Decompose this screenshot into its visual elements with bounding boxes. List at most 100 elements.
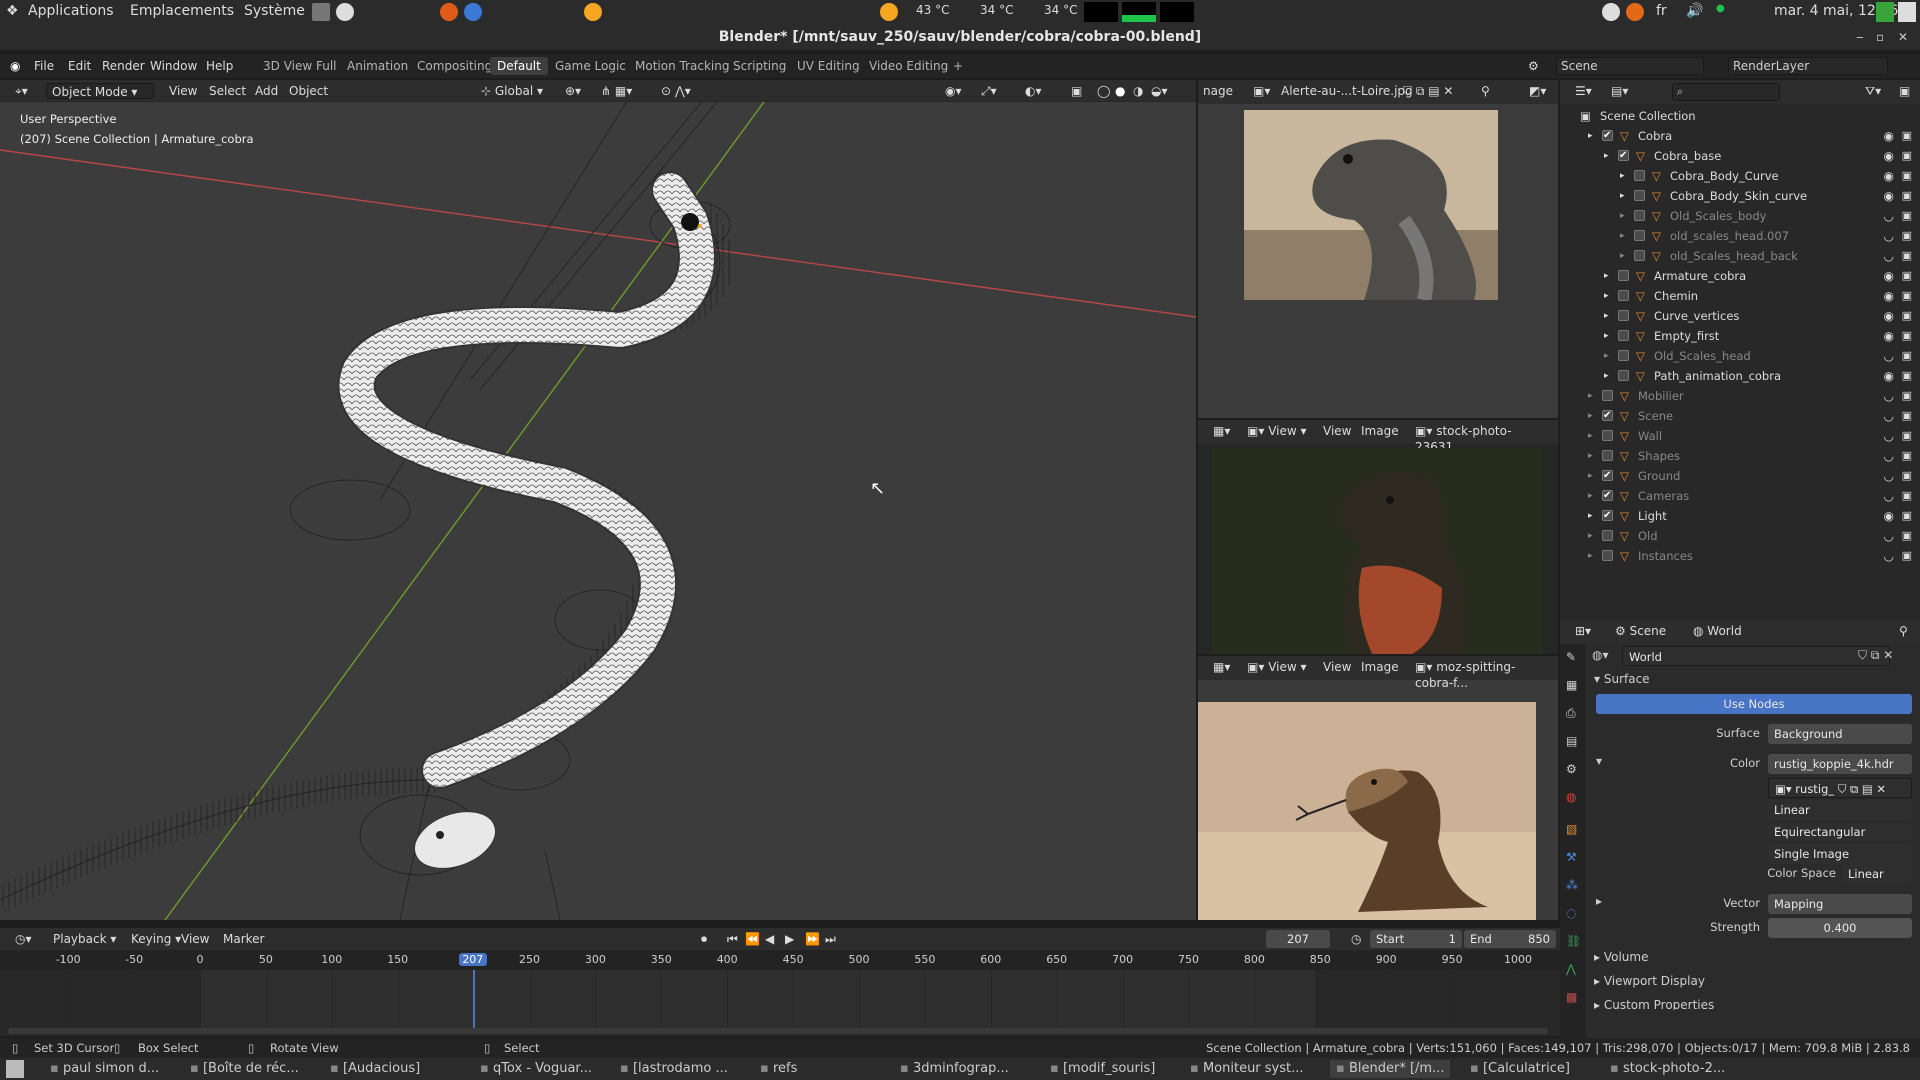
timeline-scrollbar[interactable] — [8, 1028, 1548, 1034]
image-browse-icon[interactable]: ▣▾ — [1248, 83, 1275, 99]
exclude-checkbox[interactable] — [1634, 170, 1645, 181]
timeline-type-icon[interactable]: ◷▾ — [10, 931, 37, 947]
use-nodes-button[interactable]: Use Nodes — [1596, 694, 1912, 714]
outliner-row[interactable]: ▸ ▽ Chemin ◉ ▣ — [1560, 286, 1920, 306]
tool-tab-icon[interactable]: ✎ — [1566, 650, 1576, 664]
outliner-row[interactable]: ▸ ▽ Cobra ◉ ▣ — [1560, 126, 1920, 146]
outliner-row[interactable]: ▸ ▽ old_scales_head.007 ◡ ▣ — [1560, 226, 1920, 246]
viewport-menu-select[interactable]: Select — [204, 83, 251, 99]
disclosure-triangle-icon[interactable]: ▸ — [1588, 486, 1593, 506]
output-tab-icon[interactable]: ⎙ — [1566, 706, 1576, 721]
end-frame-field[interactable]: End 850 — [1464, 930, 1556, 948]
transform-orientation-dropdown[interactable]: ⊹ Global ▾ — [476, 83, 548, 99]
menu-emplacements[interactable]: Emplacements — [130, 3, 234, 19]
camera-icon[interactable]: ▣ — [1902, 386, 1912, 406]
menu-edit[interactable]: Edit — [68, 59, 91, 73]
start-frame-field[interactable]: Start 1 — [1370, 930, 1462, 948]
image-editor-2-mode[interactable]: ▣▾ View ▾ — [1242, 423, 1312, 439]
image-actions-icon[interactable]: ⛉ ⧉ ▤ ✕ — [1398, 83, 1458, 99]
renderlayer-field[interactable]: RenderLayer — [1728, 57, 1888, 75]
volume-icon[interactable]: 🔊 — [1686, 3, 1703, 19]
camera-icon[interactable]: ▣ — [1902, 286, 1912, 306]
scene-tab-icon[interactable]: ⚙ — [1566, 762, 1577, 776]
exclude-checkbox[interactable] — [1634, 210, 1645, 221]
eye-icon[interactable]: ◉ — [1884, 326, 1894, 346]
tab-default[interactable]: Default — [490, 57, 548, 75]
disclosure-triangle-icon[interactable]: ▸ — [1620, 226, 1625, 246]
outliner-search-input[interactable]: ⌕ — [1672, 83, 1780, 101]
camera-icon[interactable]: ▣ — [1902, 486, 1912, 506]
world-browse-icon[interactable]: ◍▾ — [1592, 648, 1609, 662]
camera-icon[interactable]: ▣ — [1902, 326, 1912, 346]
disclosure-triangle-icon[interactable]: ▸ — [1604, 366, 1609, 386]
taskbar-item[interactable]: ▪ Blender* [/m... — [1330, 1060, 1451, 1078]
pin-properties-icon[interactable]: ⚲ — [1894, 623, 1913, 639]
exclude-checkbox[interactable] — [1602, 450, 1613, 461]
taskbar-item[interactable]: ▪ paul simon d... — [50, 1060, 159, 1078]
eye-closed-icon[interactable]: ◡ — [1884, 346, 1894, 366]
image-editor-3-menu-view[interactable]: View — [1318, 659, 1356, 675]
texture-tab-icon[interactable]: ▩ — [1566, 990, 1577, 1004]
eye-closed-icon[interactable]: ◡ — [1884, 246, 1894, 266]
image-editor-1[interactable]: nage ▣▾ Alerte-au-...t-Loire.jpg ⛉ ⧉ ▤ ✕… — [1198, 80, 1558, 418]
render-tab-icon[interactable]: ▦ — [1566, 678, 1577, 692]
exclude-checkbox[interactable] — [1634, 250, 1645, 261]
viewport-menu-add[interactable]: Add — [250, 83, 283, 99]
eye-closed-icon[interactable]: ◡ — [1884, 466, 1894, 486]
eye-closed-icon[interactable]: ◡ — [1884, 546, 1894, 566]
disclosure-triangle-icon[interactable]: ▸ — [1620, 246, 1625, 266]
maximize-icon[interactable]: ▫ — [1876, 30, 1884, 44]
disclosure-triangle-icon[interactable]: ▸ — [1588, 126, 1593, 146]
playback-menu[interactable]: Playback ▾ — [48, 931, 121, 947]
minimize-icon[interactable]: ‒ — [1856, 30, 1864, 44]
taskbar-item[interactable]: ▪ [Calculatrice] — [1470, 1060, 1570, 1078]
view-layer-tab-icon[interactable]: ▤ — [1566, 734, 1577, 748]
eye-closed-icon[interactable]: ◡ — [1884, 486, 1894, 506]
firefox-icon[interactable] — [440, 3, 458, 21]
image-editor-2-menu-view[interactable]: View — [1318, 423, 1356, 439]
outliner-row[interactable]: ▸ ▽ Mobilier ◡ ▣ — [1560, 386, 1920, 406]
exclude-checkbox[interactable] — [1602, 126, 1613, 146]
outliner-row[interactable]: ▸ ▽ Armature_cobra ◉ ▣ — [1560, 266, 1920, 286]
menu-help[interactable]: Help — [206, 59, 233, 73]
outliner-type-icon[interactable]: ☰▾ — [1570, 83, 1597, 99]
camera-icon[interactable]: ▣ — [1902, 506, 1912, 526]
viewport-menu-object[interactable]: Object — [284, 83, 333, 99]
outliner-row[interactable]: ▸ ▽ Old ◡ ▣ — [1560, 526, 1920, 546]
eye-closed-icon[interactable]: ◡ — [1884, 406, 1894, 426]
network-icon[interactable]: ● — [1716, 3, 1725, 14]
distro-icon[interactable]: ❖ — [6, 3, 19, 19]
breadcrumb-world[interactable]: ◍ World — [1688, 623, 1747, 639]
chromium-icon[interactable] — [464, 3, 482, 21]
outliner-row[interactable]: ▸ ▽ Cobra_Body_Skin_curve ◉ ▣ — [1560, 186, 1920, 206]
camera-icon[interactable]: ▣ — [1902, 266, 1912, 286]
camera-icon[interactable]: ▣ — [1902, 346, 1912, 366]
scene-collection-row[interactable]: ▣ Scene Collection — [1560, 106, 1920, 126]
image-editor-2-filename[interactable]: ▣▾ stock-photo-23631... — [1410, 423, 1558, 454]
camera-icon[interactable]: ▣ — [1902, 526, 1912, 546]
color-expand-icon[interactable]: ▾ — [1596, 754, 1602, 768]
outliner-row[interactable]: ▸ ▽ Old_Scales_body ◡ ▣ — [1560, 206, 1920, 226]
exclude-checkbox[interactable] — [1618, 350, 1629, 361]
world-name-field[interactable]: World — [1622, 646, 1890, 666]
eye-icon[interactable]: ◉ — [1884, 146, 1894, 166]
blender-logo-icon[interactable]: ◉ — [10, 59, 20, 73]
disclosure-triangle-icon[interactable]: ▸ — [1620, 206, 1625, 226]
disclosure-triangle-icon[interactable]: ▸ — [1604, 346, 1609, 366]
taskbar-item[interactable]: ▪ refs — [760, 1060, 797, 1078]
image-editor-3-mode[interactable]: ▣▾ View ▾ — [1242, 659, 1312, 675]
disclosure-triangle-icon[interactable]: ▸ — [1620, 186, 1625, 206]
menu-file[interactable]: File — [34, 59, 54, 73]
viewport-menu-view[interactable]: View — [164, 83, 202, 99]
world-tab-icon[interactable]: ◍ — [1566, 790, 1576, 804]
taskbar-item[interactable]: ▪ stock-photo-2... — [1610, 1060, 1725, 1078]
proportional-edit-icon[interactable]: ⊙ ⋀▾ — [656, 83, 696, 99]
xray-icon[interactable]: ▣ — [1066, 83, 1087, 99]
preview-range-icon[interactable]: ◷ — [1346, 931, 1366, 947]
color-space-dropdown[interactable]: Linear — [1842, 864, 1912, 884]
pivot-icon[interactable]: ⊕▾ — [560, 83, 586, 99]
vector-expand-icon[interactable]: ▸ — [1596, 894, 1602, 908]
scene-selector-icon[interactable]: ⚙ — [1528, 59, 1539, 73]
disclosure-triangle-icon[interactable]: ▸ — [1588, 446, 1593, 466]
visibility-icon[interactable]: ◉▾ — [940, 83, 967, 99]
